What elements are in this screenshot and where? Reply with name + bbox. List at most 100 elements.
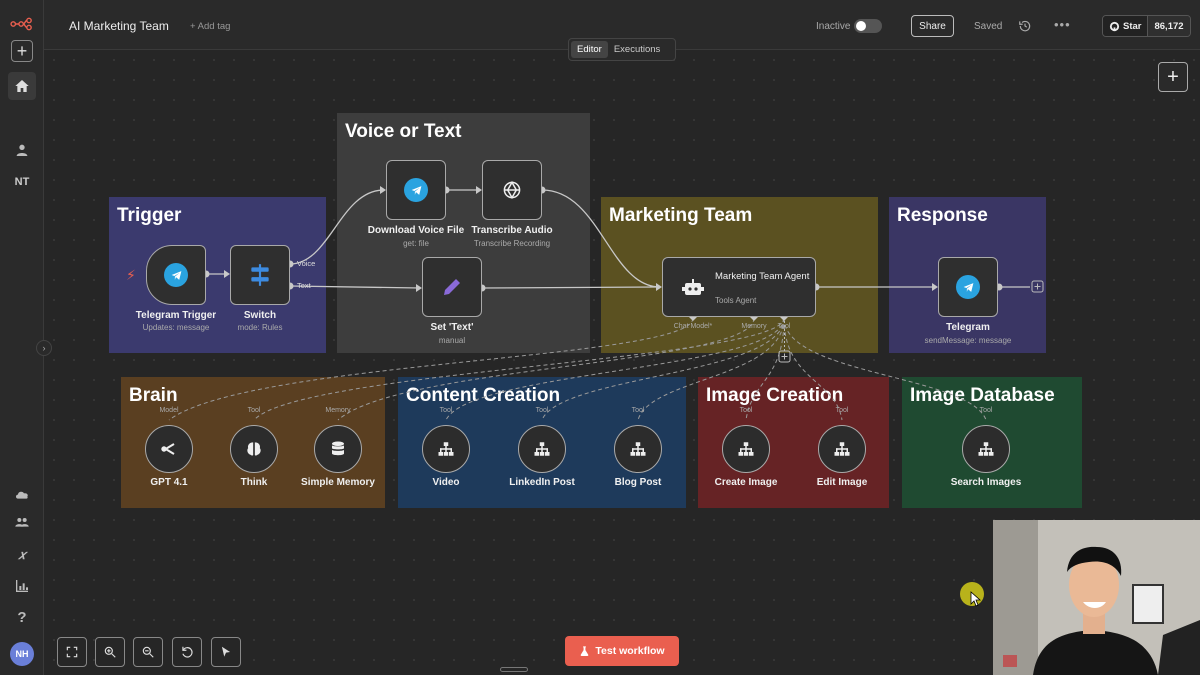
port-label-text: Text <box>297 281 311 290</box>
zoom-out-button[interactable] <box>133 637 163 667</box>
help-icon[interactable]: ? <box>8 603 36 631</box>
tab-executions[interactable]: Executions <box>608 41 666 58</box>
sitemap-icon <box>630 442 646 456</box>
flask-icon <box>581 646 589 657</box>
node-sub: Transcribe Recording <box>473 239 551 248</box>
port-top-label: Tool <box>739 407 753 414</box>
select-tool-button[interactable] <box>211 637 241 667</box>
fit-view-button[interactable] <box>57 637 87 667</box>
edit-image-node[interactable] <box>818 425 866 473</box>
history-icon[interactable] <box>1018 19 1032 33</box>
lightning-icon: ⚡ <box>126 267 136 283</box>
port-label-tool: Tool <box>777 323 791 330</box>
presenter-image <box>993 520 1200 675</box>
node-label: Switch <box>243 310 277 321</box>
cloud-icon[interactable] <box>8 480 36 508</box>
node-label: Telegram <box>946 322 990 333</box>
group-title: Brain <box>129 385 178 406</box>
reset-zoom-button[interactable] <box>172 637 202 667</box>
transcribe-audio-node[interactable] <box>482 160 542 220</box>
telegram-icon <box>956 275 980 299</box>
node-sub: manual <box>438 336 466 345</box>
telegram-icon <box>164 263 188 287</box>
download-voice-node[interactable] <box>386 160 446 220</box>
scroll-handle[interactable] <box>500 667 528 672</box>
test-workflow-label: Test workflow <box>595 645 665 657</box>
variables-icon[interactable]: 𝑥 <box>8 541 36 569</box>
sitemap-icon <box>438 442 454 456</box>
more-icon[interactable]: ••• <box>1054 17 1071 32</box>
sitemap-icon <box>978 442 994 456</box>
node-sub: mode: Rules <box>237 323 283 332</box>
port-top-label: Tool <box>835 407 849 414</box>
group-title: Response <box>897 205 988 226</box>
user-icon[interactable] <box>8 136 36 164</box>
avatar[interactable]: NH <box>10 642 34 666</box>
group-title: Trigger <box>117 205 182 226</box>
node-label: Transcribe Audio <box>471 225 553 236</box>
group-title: Voice or Text <box>345 121 462 142</box>
zoom-in-icon <box>104 646 116 658</box>
openai-icon <box>503 180 521 200</box>
port-top-label: Tool <box>439 407 453 414</box>
group-title: Marketing Team <box>609 205 753 226</box>
zoom-in-button[interactable] <box>95 637 125 667</box>
add-tag-link[interactable]: + Add tag <box>190 21 230 32</box>
chevron-right-icon[interactable]: › <box>36 340 52 356</box>
gpt-node[interactable] <box>145 425 193 473</box>
set-text-node[interactable] <box>422 257 482 317</box>
brain-icon <box>247 442 261 456</box>
github-star-button[interactable]: Star 86,172 <box>1102 15 1191 37</box>
marketing-agent-node[interactable]: Marketing Team Agent Tools Agent <box>662 257 816 317</box>
pencil-icon <box>444 279 460 295</box>
node-sub: sendMessage: message <box>924 336 1012 345</box>
agent-title: Marketing Team Agent <box>715 271 810 282</box>
star-count: 86,172 <box>1147 16 1190 36</box>
video-node[interactable] <box>422 425 470 473</box>
tab-editor[interactable]: Editor <box>571 41 608 58</box>
test-workflow-button[interactable]: Test workflow <box>565 636 679 666</box>
add-node-button[interactable]: + <box>1158 62 1188 92</box>
node-label: Search Images <box>950 477 1022 488</box>
active-status-label: Inactive <box>816 21 851 32</box>
saved-status: Saved <box>974 21 1003 32</box>
telegram-send-node[interactable] <box>938 257 998 317</box>
add-icon[interactable]: + <box>11 40 33 62</box>
port-top-label: Tool <box>979 407 993 414</box>
port-top-label: Tool <box>535 407 549 414</box>
agent-sub: Tools Agent <box>715 296 757 305</box>
think-node[interactable] <box>230 425 278 473</box>
cursor-icon <box>221 646 231 657</box>
share-button[interactable]: Share <box>911 15 954 37</box>
port-top-label: Tool <box>631 407 645 414</box>
search-images-node[interactable] <box>962 425 1010 473</box>
n8n-logo-icon[interactable] <box>8 10 36 38</box>
sitemap-icon <box>738 442 754 456</box>
active-toggle[interactable] <box>854 19 882 33</box>
simple-memory-node[interactable] <box>314 425 362 473</box>
linkedin-post-node[interactable] <box>518 425 566 473</box>
switch-node[interactable] <box>230 245 290 305</box>
insights-icon[interactable] <box>8 572 36 600</box>
app-window: Trigger Voice or Text Marketing Team Res… <box>0 0 1200 675</box>
home-icon[interactable] <box>8 72 36 100</box>
sitemap-icon <box>834 442 850 456</box>
sitemap-icon <box>534 442 550 456</box>
blog-post-node[interactable] <box>614 425 662 473</box>
star-label: Star <box>1123 20 1142 32</box>
project-nt[interactable]: NT <box>8 168 36 196</box>
switch-icon <box>251 264 269 286</box>
undo-icon <box>182 646 193 658</box>
sidebar: + NT 𝑥 ? NH <box>0 0 44 675</box>
team-icon[interactable] <box>8 508 36 536</box>
port-top-label: Memory <box>325 407 351 414</box>
robot-icon <box>682 279 704 295</box>
create-image-node[interactable] <box>722 425 770 473</box>
telegram-trigger-node[interactable] <box>146 245 206 305</box>
port-top-label: Model <box>159 407 179 414</box>
port-top-label: Tool <box>247 407 261 414</box>
telegram-icon <box>404 178 428 202</box>
workflow-title[interactable]: AI Marketing Team <box>69 19 169 33</box>
group-title: Image Creation <box>706 385 844 406</box>
port-label-chat-model: Chat Model* <box>673 323 713 330</box>
